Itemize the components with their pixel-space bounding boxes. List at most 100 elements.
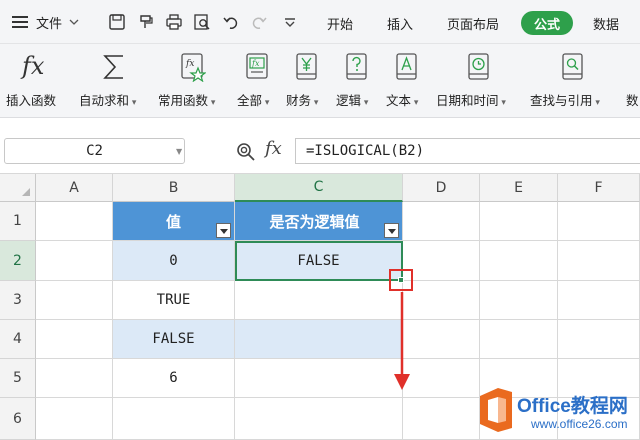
- all-functions-button[interactable]: fx 全部 ▾: [237, 50, 281, 116]
- cell-f4[interactable]: [558, 320, 640, 359]
- column-header-b[interactable]: B: [113, 174, 235, 202]
- select-all-corner[interactable]: [0, 174, 36, 202]
- print-preview-icon[interactable]: [193, 13, 211, 31]
- cell-d6[interactable]: [403, 398, 480, 440]
- cell-a3[interactable]: [36, 281, 113, 320]
- common-functions-label: 常用函数: [158, 93, 209, 108]
- row-header-5[interactable]: 5: [0, 359, 36, 398]
- cell-c3[interactable]: [235, 281, 403, 320]
- print-icon[interactable]: [165, 13, 183, 31]
- fx-button[interactable]: fx: [265, 138, 282, 159]
- cell-b2[interactable]: 0: [113, 241, 235, 281]
- cell-f1[interactable]: [558, 202, 640, 241]
- save-icon[interactable]: [108, 13, 126, 31]
- cell-d5[interactable]: [403, 359, 480, 398]
- cell-a1[interactable]: [36, 202, 113, 241]
- row-header-2[interactable]: 2: [0, 241, 36, 281]
- active-cell-border: [235, 241, 403, 281]
- cell-b2-value: 0: [169, 252, 178, 269]
- fx-box-icon: fx: [246, 53, 268, 79]
- name-box-dropdown-icon[interactable]: ▼: [176, 147, 182, 156]
- header-value-label: 值: [165, 212, 181, 231]
- cell-c1[interactable]: 是否为逻辑值: [235, 202, 403, 241]
- redo-icon[interactable]: [250, 13, 268, 31]
- hamburger-icon: [12, 16, 28, 28]
- autosum-button[interactable]: 自动求和 ▾: [79, 50, 149, 116]
- ribbon: fx 插入函数 自动求和 ▾ fx 常用函数 ▾ fx 全部 ▾ 财务 ▾ 逻辑…: [0, 44, 640, 118]
- text-functions-button[interactable]: 文本 ▾: [386, 50, 430, 116]
- cell-a2[interactable]: [36, 241, 113, 281]
- row-header-4[interactable]: 4: [0, 320, 36, 359]
- cell-d2[interactable]: [403, 241, 480, 281]
- file-menu[interactable]: 文件: [12, 0, 80, 44]
- logical-label: 逻辑: [336, 93, 362, 108]
- cell-d3[interactable]: [403, 281, 480, 320]
- cell-e4[interactable]: [480, 320, 558, 359]
- tab-formulas[interactable]: 公式: [521, 11, 573, 35]
- column-header-a[interactable]: A: [36, 174, 113, 202]
- tab-home[interactable]: 开始: [318, 11, 362, 35]
- star-fx-icon: fx: [181, 53, 206, 82]
- filter-dropdown-icon[interactable]: [216, 223, 231, 238]
- cell-f2[interactable]: [558, 241, 640, 281]
- math-functions-label: 数: [626, 93, 639, 108]
- column-header-e[interactable]: E: [480, 174, 558, 202]
- date-time-button[interactable]: 日期和时间 ▾: [436, 50, 522, 116]
- tab-page-layout[interactable]: 页面布局: [438, 11, 508, 35]
- cell-c6[interactable]: [235, 398, 403, 440]
- column-header-d[interactable]: D: [403, 174, 480, 202]
- svg-text:fx: fx: [251, 59, 260, 68]
- filter-dropdown-icon[interactable]: [384, 223, 399, 238]
- chevron-down-icon: [69, 19, 79, 25]
- sigma-sum-icon: [103, 55, 123, 79]
- svg-text:fx: fx: [185, 59, 194, 69]
- cell-d1[interactable]: [403, 202, 480, 241]
- zoom-search-icon[interactable]: [236, 142, 256, 162]
- undo-icon[interactable]: [222, 13, 240, 31]
- formula-input[interactable]: =ISLOGICAL(B2): [295, 138, 640, 164]
- row-header-3[interactable]: 3: [0, 281, 36, 320]
- cell-b6[interactable]: [113, 398, 235, 440]
- text-functions-label: 文本: [386, 93, 412, 108]
- cell-a5[interactable]: [36, 359, 113, 398]
- lookup-reference-button[interactable]: 查找与引用 ▾: [530, 50, 620, 116]
- tab-insert[interactable]: 插入: [378, 11, 422, 35]
- financial-button[interactable]: 财务 ▾: [286, 50, 330, 116]
- financial-label: 财务: [286, 93, 312, 108]
- cell-b5[interactable]: 6: [113, 359, 235, 398]
- name-box[interactable]: C2: [4, 138, 185, 164]
- logical-button[interactable]: 逻辑 ▾: [336, 50, 380, 116]
- fill-handle[interactable]: [398, 277, 404, 283]
- math-functions-button[interactable]: 数: [624, 50, 640, 116]
- cell-f3[interactable]: [558, 281, 640, 320]
- cell-a4[interactable]: [36, 320, 113, 359]
- common-functions-button[interactable]: fx 常用函数 ▾: [158, 50, 230, 116]
- tab-data[interactable]: 数据: [584, 11, 628, 35]
- autosum-label: 自动求和: [79, 93, 130, 108]
- quick-access-dropdown-icon[interactable]: [281, 13, 299, 31]
- cell-e2[interactable]: [480, 241, 558, 281]
- formula-bar: C2 ▼ fx =ISLOGICAL(B2): [0, 118, 640, 174]
- question-book-icon: [346, 53, 367, 80]
- column-header-c[interactable]: C: [235, 174, 403, 202]
- all-functions-label: 全部: [237, 93, 263, 108]
- cell-c5[interactable]: [235, 359, 403, 398]
- row-header-6[interactable]: 6: [0, 398, 36, 440]
- cell-c4[interactable]: [235, 320, 403, 359]
- insert-function-label: 插入函数: [6, 93, 57, 108]
- cell-d4[interactable]: [403, 320, 480, 359]
- cell-e1[interactable]: [480, 202, 558, 241]
- cell-b3[interactable]: TRUE: [113, 281, 235, 320]
- column-header-f[interactable]: F: [558, 174, 640, 202]
- watermark-name: Office教程网: [517, 396, 628, 417]
- row-header-1[interactable]: 1: [0, 202, 36, 241]
- insert-function-button[interactable]: fx 插入函数: [6, 50, 68, 116]
- file-menu-label: 文件: [36, 16, 63, 32]
- cell-a6[interactable]: [36, 398, 113, 440]
- cell-b3-value: TRUE: [156, 292, 191, 308]
- header-is-logical-label: 是否为逻辑值: [269, 212, 360, 231]
- cell-b4[interactable]: FALSE: [113, 320, 235, 359]
- cell-e3[interactable]: [480, 281, 558, 320]
- format-painter-icon[interactable]: [137, 13, 155, 31]
- clock-book-icon: [468, 53, 489, 80]
